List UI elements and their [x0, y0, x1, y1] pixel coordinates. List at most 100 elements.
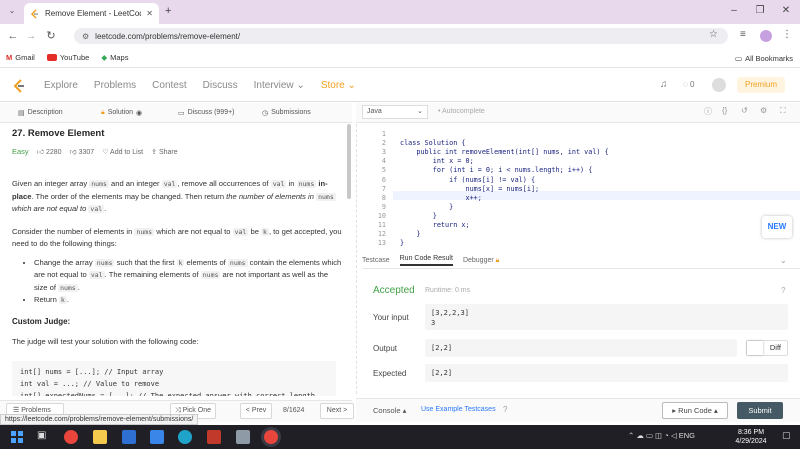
nav-problems[interactable]: Problems — [94, 80, 136, 91]
chevron-up-icon: ▴ — [402, 406, 407, 415]
nav-discuss[interactable]: Discuss — [203, 80, 238, 91]
gmail-icon: M — [6, 53, 13, 62]
new-tab-icon[interactable]: + — [165, 5, 171, 17]
system-tray[interactable]: ⌃ ☁ ▭ ◫ ◔ ◁ ENG — [628, 431, 695, 440]
leetcode-nav: Explore Problems Contest Discuss Intervi… — [0, 70, 800, 102]
line-number: 9 — [381, 202, 386, 211]
code-line[interactable]: class Solution { — [400, 139, 465, 147]
site-info-icon[interactable]: ⚙ — [82, 32, 89, 41]
output-label: Output — [373, 344, 398, 353]
code-line[interactable]: } — [400, 203, 453, 211]
user-avatar[interactable] — [712, 78, 726, 92]
next-button[interactable]: Next > — [320, 403, 354, 419]
app-icon[interactable] — [207, 430, 221, 444]
back-icon[interactable]: ← — [6, 29, 20, 43]
app-icon-2[interactable] — [236, 430, 250, 444]
add-to-list-button[interactable]: ♡ Add to List — [102, 148, 143, 156]
code-line[interactable]: if (nums[i] != val) { — [400, 176, 535, 184]
dot-icon: • — [438, 108, 441, 115]
reading-list-icon[interactable]: ≡ — [740, 29, 746, 40]
play-icon: ▸ — [672, 406, 677, 415]
run-code-button[interactable]: ▸ Run Code ▴ — [662, 402, 728, 419]
close-window-icon[interactable]: ✕ — [776, 4, 796, 18]
submit-button[interactable]: Submit — [737, 402, 783, 419]
tab-submissions[interactable]: ◷ Submissions — [262, 109, 311, 117]
console-button[interactable]: Console ▴ — [373, 406, 406, 415]
use-example-testcases-link[interactable]: Use Example Testcases — [421, 406, 496, 413]
code-line[interactable]: } — [400, 239, 404, 247]
code-line[interactable]: return x; — [400, 221, 470, 229]
panel-divider[interactable] — [356, 124, 360, 394]
reload-icon[interactable]: ↻ — [44, 29, 58, 43]
chrome-icon[interactable] — [64, 430, 78, 444]
edge-icon[interactable] — [178, 430, 192, 444]
profile-avatar[interactable] — [760, 30, 772, 42]
windows-start-icon[interactable] — [10, 430, 24, 444]
thumbs-up-icon: 👍︎ — [36, 149, 45, 156]
description-scrollbar[interactable] — [347, 124, 351, 199]
nav-interview[interactable]: Interview ⌄ — [254, 80, 305, 91]
mail-icon[interactable] — [150, 430, 164, 444]
settings-icon[interactable]: ⚙ — [760, 106, 767, 115]
tab-solution[interactable]: 🔒︎ Solution ◉ — [101, 109, 142, 117]
prev-button[interactable]: < Prev — [240, 403, 272, 419]
code-line[interactable]: x++; — [400, 194, 481, 202]
fullscreen-icon[interactable]: ⛶ — [780, 106, 786, 116]
browser-tab[interactable]: Remove Element - LeetCode ✕ — [24, 3, 159, 24]
nav-contest[interactable]: Contest — [152, 80, 186, 91]
reset-icon[interactable]: ↺ — [741, 106, 748, 115]
file-explorer-icon[interactable] — [93, 430, 107, 444]
collapse-icon[interactable]: ⌄ — [780, 256, 787, 265]
chrome-active-icon[interactable] — [264, 430, 278, 444]
code-line[interactable]: public int removeElement(int[] nums, int… — [400, 148, 608, 156]
tab-description[interactable]: ▤ Description — [18, 109, 63, 117]
language-select[interactable]: Java ⌄ — [362, 105, 428, 119]
braces-icon[interactable]: {} — [722, 106, 727, 115]
bookmark-maps[interactable]: ◆ Maps — [101, 53, 128, 62]
tab-discuss[interactable]: ▭ Discuss (999+) — [178, 109, 235, 117]
bookmark-youtube[interactable]: YouTube — [46, 53, 89, 62]
code-line[interactable]: int x = 0; — [400, 157, 474, 165]
new-feature-badge[interactable]: NEW — [762, 216, 792, 238]
nav-store[interactable]: Store ⌄ — [321, 80, 356, 91]
code-line[interactable]: nums[x] = nums[i]; — [400, 185, 539, 193]
all-bookmarks[interactable]: ▭ All Bookmarks — [735, 54, 793, 63]
bookmark-star-icon[interactable]: ☆ — [709, 29, 718, 40]
diff-switch-knob[interactable] — [747, 341, 763, 355]
like-button[interactable]: 👍︎ 2280 — [37, 147, 62, 156]
dislike-button[interactable]: 👎︎ 3307 — [70, 147, 95, 156]
your-input-label: Your input — [373, 313, 409, 322]
url-field[interactable]: ⚙ leetcode.com/problems/remove-element/ — [74, 28, 728, 44]
nav-explore[interactable]: Explore — [44, 80, 78, 91]
code-line[interactable]: for (int i = 0; i < nums.length; i++) { — [400, 166, 593, 174]
help-icon[interactable]: ? — [503, 405, 507, 414]
notifications-icon[interactable]: ▢ — [782, 430, 791, 441]
share-button[interactable]: ⇪ Share — [151, 148, 178, 156]
tab-testcase[interactable]: Testcase — [362, 257, 390, 264]
tab-list-icon[interactable]: ⌄ — [6, 6, 18, 18]
coins-counter[interactable]: ◌ 0 — [683, 80, 694, 89]
close-tab-icon[interactable]: ✕ — [146, 9, 153, 18]
forward-icon[interactable]: → — [24, 29, 38, 43]
browser-menu-icon[interactable]: ⋮ — [782, 29, 792, 40]
help-icon[interactable]: ? — [781, 286, 785, 295]
premium-button[interactable]: Premium — [737, 77, 785, 93]
taskbar-clock[interactable]: 8:36 PM 4/29/2024 — [731, 428, 771, 446]
minimize-icon[interactable]: – — [724, 4, 744, 18]
bookmark-gmail[interactable]: M Gmail — [6, 53, 35, 62]
store-icon[interactable] — [122, 430, 136, 444]
code-line[interactable]: } — [400, 230, 420, 238]
info-icon[interactable]: ⓘ — [704, 106, 712, 117]
tab-run-code-result[interactable]: Run Code Result — [399, 255, 453, 266]
notification-bell-icon[interactable]: ♫ — [660, 79, 668, 90]
task-view-icon[interactable]: ▣ — [37, 430, 51, 444]
code-line[interactable]: } — [400, 212, 437, 220]
url-text: leetcode.com/problems/remove-element/ — [95, 31, 241, 41]
tab-debugger[interactable]: Debugger 🔒︎ — [463, 257, 499, 265]
line-number: 8 — [381, 193, 386, 202]
code-lines[interactable]: 1 2 class Solution {3 public int removeEle… — [356, 130, 800, 250]
leetcode-logo-icon[interactable] — [12, 78, 26, 94]
chevron-down-icon: ⌄ — [347, 80, 356, 91]
maximize-icon[interactable]: ❐ — [750, 4, 770, 18]
autocomplete-toggle[interactable]: • Autocomplete — [438, 108, 485, 115]
